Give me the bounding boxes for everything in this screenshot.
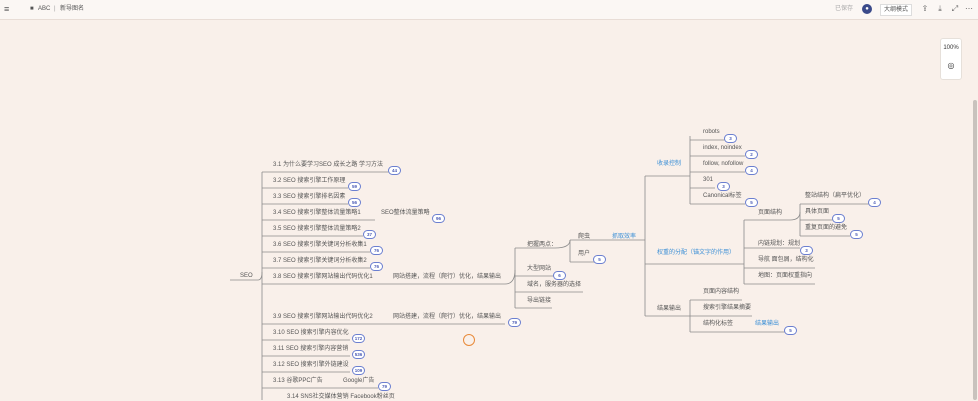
- note-strategy[interactable]: SEO整体流量策略: [381, 209, 430, 217]
- node-serp-summary[interactable]: 搜索引擎结果摘要: [703, 304, 751, 312]
- root-node[interactable]: SEO: [240, 272, 253, 280]
- node-export-link[interactable]: 导出链接: [527, 297, 551, 305]
- count-badge[interactable]: 56: [348, 198, 361, 207]
- note-build-2[interactable]: 网站搭建，流程（爬行）优化，结果输出: [393, 313, 501, 321]
- node-duplicate-avoid[interactable]: 重复页面的避免: [805, 224, 847, 232]
- count-badge[interactable]: 109: [352, 366, 365, 375]
- count-badge[interactable]: 44: [388, 166, 401, 175]
- count-badge[interactable]: 37: [363, 230, 376, 239]
- count-badge[interactable]: 5: [832, 214, 845, 223]
- note-google[interactable]: Google广告: [343, 377, 374, 385]
- node-crawler[interactable]: 爬虫: [578, 233, 590, 241]
- count-badge[interactable]: 76: [370, 246, 383, 255]
- note-build-1[interactable]: 网站搭建，流程（爬行）优化，结果输出: [393, 273, 501, 281]
- node-key-points[interactable]: 把握两点：: [527, 241, 557, 249]
- count-badge[interactable]: 6: [553, 271, 566, 280]
- count-badge[interactable]: 2: [745, 150, 758, 159]
- left-item-1[interactable]: 3.1 为什么要学习SEO 成长之路 学习方法: [273, 161, 383, 169]
- count-badge[interactable]: 3: [800, 246, 813, 255]
- count-badge[interactable]: 76: [370, 262, 383, 271]
- left-item-2[interactable]: 3.2 SEO 搜索引擎工作原理: [273, 177, 345, 185]
- node-user[interactable]: 用户: [578, 250, 590, 258]
- left-item-9[interactable]: 3.9 SEO 搜索引擎网站输出代码优化2: [273, 313, 373, 321]
- left-item-3[interactable]: 3.3 SEO 搜索引擎排名因素: [273, 193, 345, 201]
- left-item-7[interactable]: 3.7 SEO 搜索引擎关键词分析收集2: [273, 257, 367, 265]
- node-weight-distribution[interactable]: 权重的分配（锚文字的作用）: [657, 249, 735, 257]
- cursor-indicator: [463, 334, 475, 346]
- vertical-scrollbar[interactable]: [973, 100, 977, 400]
- node-noindex[interactable]: index, noindex: [703, 144, 742, 152]
- left-item-4[interactable]: 3.4 SEO 搜索引擎整体流量策略1: [273, 209, 361, 217]
- mindmap-connectors: [230, 136, 870, 400]
- node-page-structure[interactable]: 页面结构: [758, 209, 782, 217]
- left-item-11[interactable]: 3.11 SEO 搜索引擎内容营销: [273, 345, 348, 353]
- left-item-5[interactable]: 3.5 SEO 搜索引擎整体流量策略2: [273, 225, 361, 233]
- node-index-control[interactable]: 收录控制: [657, 160, 681, 168]
- count-badge[interactable]: 5: [593, 255, 606, 264]
- count-badge[interactable]: 96: [432, 214, 445, 223]
- node-structured-tags[interactable]: 结构化标签: [703, 320, 733, 328]
- node-sitemap[interactable]: 地图：页面权重指向: [758, 272, 812, 280]
- count-badge[interactable]: 3: [717, 182, 730, 191]
- left-item-6[interactable]: 3.6 SEO 搜索引擎关键词分析收集1: [273, 241, 367, 249]
- node-canonical[interactable]: Canonical标签: [703, 192, 742, 200]
- node-crawl-efficiency[interactable]: 抓取效率: [612, 233, 636, 241]
- count-badge[interactable]: 3: [724, 134, 737, 143]
- node-navigation[interactable]: 导航 面包屑，结构化: [758, 256, 814, 264]
- count-badge[interactable]: 79: [378, 382, 391, 391]
- node-inner-link[interactable]: 内链规划：规划: [758, 240, 800, 248]
- node-result-output[interactable]: 结果输出: [657, 305, 681, 313]
- count-badge[interactable]: 5: [850, 230, 863, 239]
- left-item-8[interactable]: 3.8 SEO 搜索引擎网站输出代码优化1: [273, 273, 373, 281]
- count-badge[interactable]: 5: [745, 198, 758, 207]
- left-item-13[interactable]: 3.13 谷歌PPC广告: [273, 377, 323, 385]
- node-specific-page[interactable]: 具体页面: [805, 208, 829, 216]
- node-domain-server[interactable]: 域名，服务器的选择: [527, 281, 581, 289]
- count-badge[interactable]: 59: [348, 182, 361, 191]
- count-badge[interactable]: 79: [508, 318, 521, 327]
- count-badge[interactable]: 5: [784, 326, 797, 335]
- count-badge[interactable]: 4: [745, 166, 758, 175]
- left-item-10[interactable]: 3.10 SEO 搜索引擎内容优化: [273, 329, 349, 337]
- node-robots[interactable]: robots: [703, 128, 720, 136]
- node-nofollow[interactable]: follow, nofollow: [703, 160, 743, 168]
- node-big-site[interactable]: 大型网站: [527, 265, 551, 273]
- node-301[interactable]: 301: [703, 176, 713, 184]
- count-badge[interactable]: 536: [352, 350, 365, 359]
- node-overall-structure[interactable]: 整站结构（扁平优化）: [805, 192, 865, 200]
- count-badge[interactable]: 172: [352, 334, 365, 343]
- count-badge[interactable]: 4: [868, 198, 881, 207]
- left-item-12[interactable]: 3.12 SEO 搜索引擎外链建设: [273, 361, 349, 369]
- node-result-output-2[interactable]: 结果输出: [755, 320, 779, 328]
- node-page-content[interactable]: 页面内容结构: [703, 288, 739, 296]
